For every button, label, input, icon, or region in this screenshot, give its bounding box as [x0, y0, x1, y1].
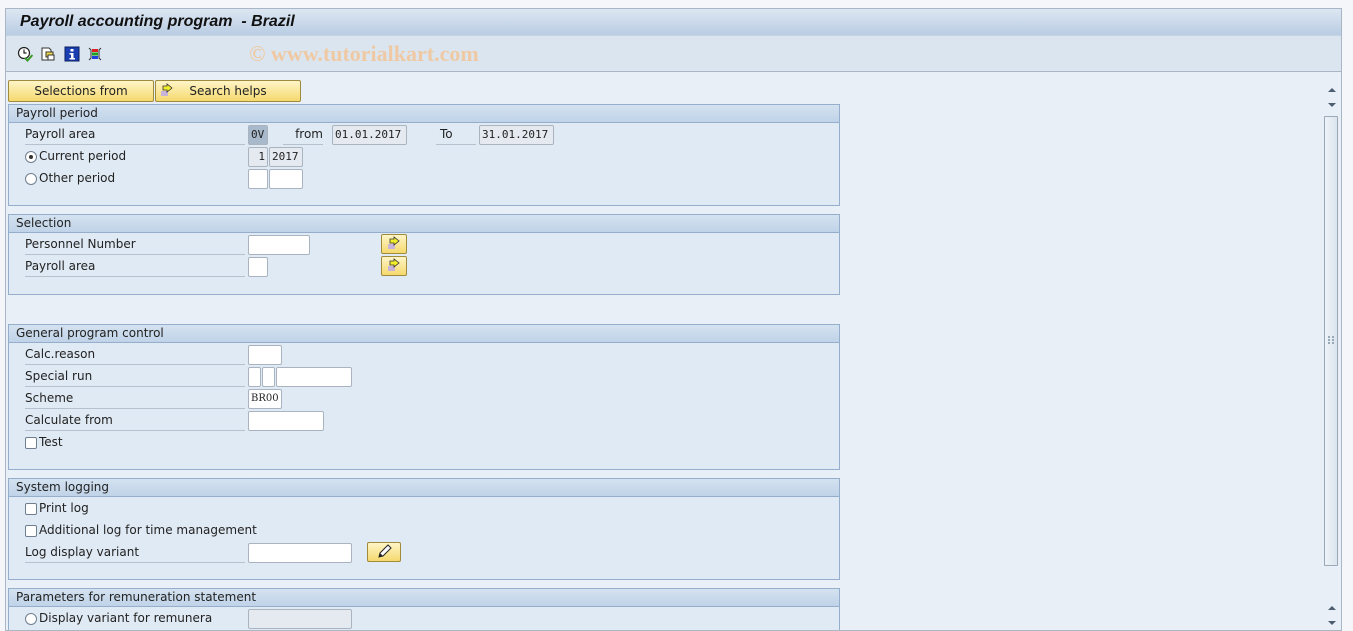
group-header: Selection [9, 215, 839, 233]
group-header: General program control [9, 325, 839, 343]
multiple-selection-button[interactable] [381, 256, 407, 276]
selection-payroll-area-input[interactable] [248, 257, 268, 277]
print-log-label: Print log [39, 501, 89, 515]
calc-reason-label: Calc.reason [25, 345, 245, 365]
get-variant-icon[interactable] [40, 46, 56, 62]
group-general-program-control: General program control Calc.reason Spec… [8, 324, 840, 470]
group-remuneration-statement: Parameters for remuneration statement Di… [8, 588, 840, 630]
current-period-radio[interactable] [25, 151, 37, 163]
special-run-label: Special run [25, 367, 245, 387]
info-icon[interactable] [64, 46, 80, 62]
scroll-up-icon[interactable] [1326, 602, 1338, 614]
search-helps-label: Search helps [189, 84, 267, 98]
personnel-number-input[interactable] [248, 235, 310, 255]
test-checkbox[interactable] [25, 437, 37, 449]
test-row: Test [25, 433, 225, 453]
multiple-selection-button[interactable] [381, 234, 407, 254]
log-display-variant-row: Log display variant [25, 542, 445, 563]
pencil-icon [378, 544, 392, 558]
scroll-down-icon[interactable] [1326, 617, 1338, 629]
selection-screen: Selections from Search helps Payroll per… [6, 73, 1326, 630]
personnel-number-row: Personnel Number [25, 234, 445, 255]
scroll-down-icon[interactable] [1326, 99, 1338, 111]
log-display-variant-input[interactable] [248, 543, 352, 563]
arrow-right-icon [388, 258, 400, 271]
scroll-thumb[interactable] [1324, 116, 1338, 566]
test-label: Test [39, 435, 63, 449]
special-run-date-input[interactable] [276, 367, 352, 387]
scheme-row: Scheme BR00 [25, 389, 425, 409]
to-label: To [436, 125, 476, 145]
selections-from-label: Selections from [34, 84, 128, 98]
calculate-from-row: Calculate from [25, 411, 425, 431]
scheme-label: Scheme [25, 389, 245, 409]
selections-from-button[interactable]: Selections from [8, 80, 154, 102]
current-period-number: 1 [248, 147, 268, 167]
watermark: © www.tutorialkart.com [249, 41, 479, 66]
display-variant-input [248, 609, 352, 629]
current-period-label: Current period [39, 149, 127, 163]
special-run-row: Special run [25, 367, 425, 387]
other-period-row: Other period [25, 169, 425, 189]
payroll-area-label: Payroll area [25, 257, 245, 277]
application-toolbar: © www.tutorialkart.com [6, 36, 1341, 72]
selection-options-icon[interactable] [87, 46, 103, 62]
period-from-date: 01.01.2017 [332, 125, 407, 145]
scroll-up-icon[interactable] [1326, 84, 1338, 96]
other-period-radio[interactable] [25, 173, 37, 185]
calc-reason-input[interactable] [248, 345, 282, 365]
page-title: Payroll accounting program - Brazil [20, 13, 295, 30]
period-to-date: 31.01.2017 [479, 125, 554, 145]
display-variant-row: Display variant for remunera [25, 609, 425, 629]
special-run-period-input[interactable] [262, 367, 275, 387]
log-display-variant-label: Log display variant [25, 543, 245, 563]
additional-log-row: Additional log for time management [25, 521, 425, 541]
special-run-type-input[interactable] [248, 367, 261, 387]
other-period-label: Other period [39, 171, 116, 185]
current-period-row: Current period 1 2017 [25, 147, 425, 167]
payroll-area-label: Payroll area [25, 125, 245, 145]
current-period-year: 2017 [269, 147, 303, 167]
edit-variant-button[interactable] [367, 542, 401, 562]
print-log-row: Print log [25, 499, 425, 519]
sap-window: Payroll accounting program - Brazil © ww… [5, 8, 1342, 631]
arrow-right-icon [160, 83, 174, 103]
additional-log-checkbox[interactable] [25, 525, 37, 537]
group-payroll-period: Payroll period Payroll area 0V from 01.0… [8, 104, 840, 206]
calculate-from-input[interactable] [248, 411, 324, 431]
title-bar: Payroll accounting program - Brazil [6, 9, 1341, 36]
group-system-logging: System logging Print log Additional log … [8, 478, 840, 580]
search-helps-button[interactable]: Search helps [155, 80, 301, 102]
display-variant-radio[interactable] [25, 613, 37, 625]
display-variant-label: Display variant for remunera [39, 611, 213, 625]
personnel-number-label: Personnel Number [25, 235, 245, 255]
vertical-scrollbar[interactable] [1323, 73, 1341, 630]
scheme-input[interactable]: BR00 [248, 389, 282, 409]
other-period-number-input[interactable] [248, 169, 268, 189]
arrow-right-icon [388, 236, 400, 249]
group-header: Parameters for remuneration statement [9, 589, 839, 607]
group-selection: Selection Personnel Number Payroll area [8, 214, 840, 295]
selection-payroll-area-row: Payroll area [25, 256, 445, 277]
payroll-area-input[interactable]: 0V [248, 125, 268, 145]
other-period-year-input[interactable] [269, 169, 303, 189]
additional-log-label: Additional log for time management [39, 523, 257, 537]
calculate-from-label: Calculate from [25, 411, 245, 431]
from-label: from [283, 125, 323, 145]
payroll-area-row: Payroll area 0V from 01.01.2017 To 31.01… [25, 125, 845, 145]
group-header: System logging [9, 479, 839, 497]
grip-icon [1328, 336, 1334, 344]
execute-icon[interactable] [17, 46, 34, 62]
print-log-checkbox[interactable] [25, 503, 37, 515]
group-header: Payroll period [9, 105, 839, 123]
calc-reason-row: Calc.reason [25, 345, 425, 365]
